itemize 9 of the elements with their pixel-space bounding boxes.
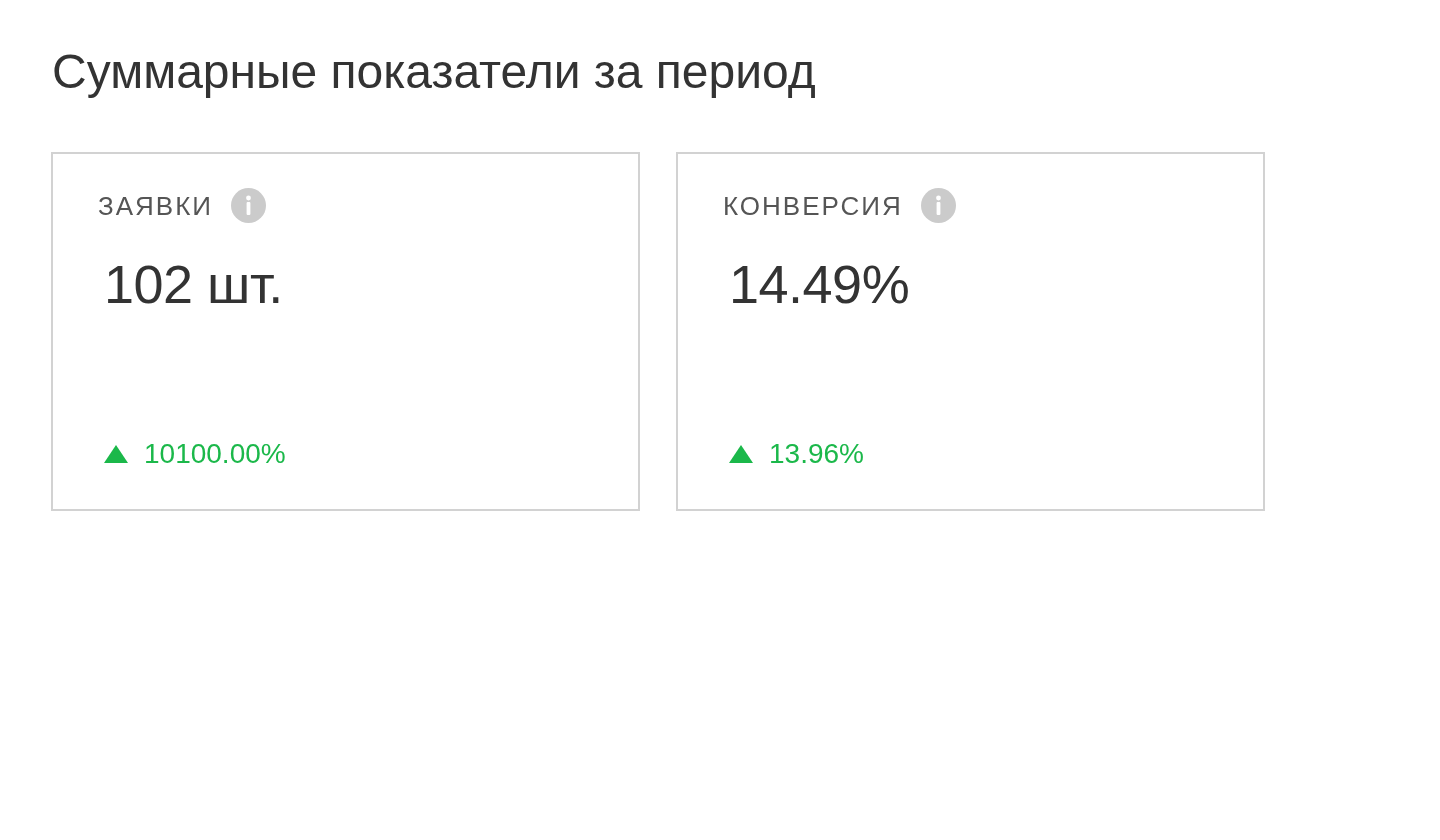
metric-value: 102 шт. <box>104 253 283 315</box>
page-title: Суммарные показатели за период <box>52 44 816 100</box>
metric-label: КОНВЕРСИЯ <box>723 189 903 223</box>
info-icon[interactable] <box>920 188 956 223</box>
metric-change: 10100.00% <box>144 437 286 471</box>
metric-label: ЗАЯВКИ <box>98 189 213 223</box>
metric-change: 13.96% <box>769 437 864 471</box>
info-icon[interactable] <box>231 188 266 223</box>
metric-value: 14.49% <box>729 253 910 315</box>
